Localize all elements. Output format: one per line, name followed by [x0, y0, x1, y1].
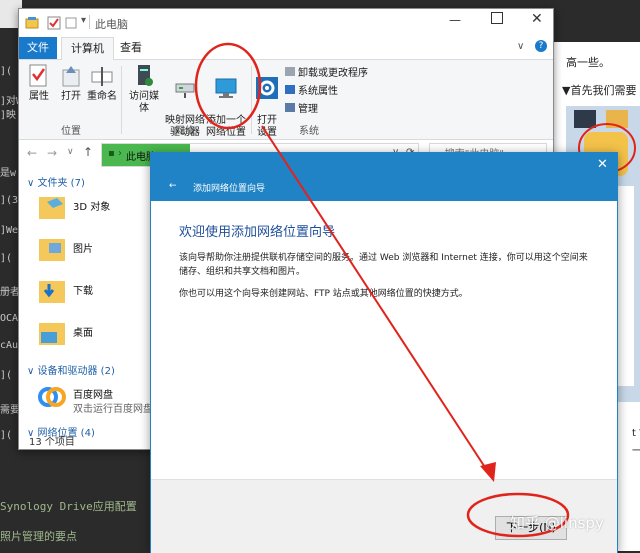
- annotation-arrow-line: [261, 125, 493, 479]
- annotation-overlay: [261, 125, 570, 538]
- zhihu-watermark: 知乎 @linspy: [510, 514, 604, 532]
